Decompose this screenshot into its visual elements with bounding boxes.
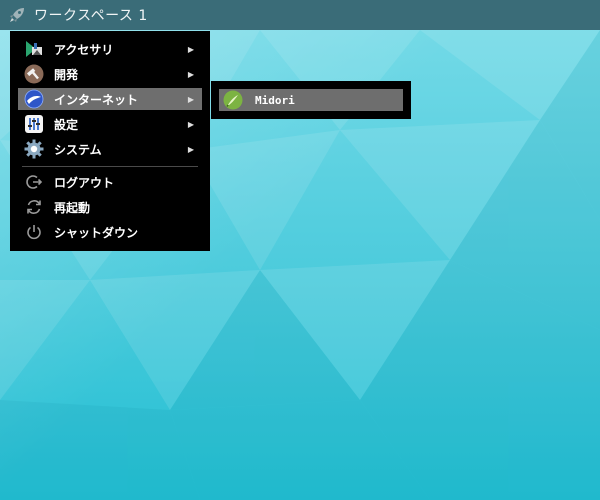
midori-browser-icon xyxy=(223,90,243,110)
logout-icon xyxy=(24,172,44,192)
menu-item-shutdown[interactable]: シャットダウン xyxy=(18,221,202,243)
hammer-icon xyxy=(24,64,44,84)
internet-submenu: Midori xyxy=(211,81,411,119)
menu-item-accessories[interactable]: アクセサリ ▶ xyxy=(18,38,202,60)
submenu-item-label: Midori xyxy=(255,93,295,107)
menu-item-label: アクセサリ xyxy=(54,42,114,57)
menu-item-system[interactable]: システム ▶ xyxy=(18,138,202,160)
rocket-icon[interactable] xyxy=(4,0,30,30)
menu-separator xyxy=(22,166,198,167)
menu-item-label: 設定 xyxy=(54,117,79,132)
menu-item-development[interactable]: 開発 ▶ xyxy=(18,63,202,85)
submenu-arrow-icon: ▶ xyxy=(187,69,194,79)
submenu-arrow-icon: ▶ xyxy=(187,94,194,104)
submenu-arrow-icon: ▶ xyxy=(187,144,194,154)
menu-item-reboot[interactable]: 再起動 xyxy=(18,196,202,218)
submenu-item-midori[interactable]: Midori xyxy=(219,89,403,111)
top-panel: ワークスペース 1 xyxy=(0,0,600,30)
menu-item-label: シャットダウン xyxy=(54,225,139,240)
submenu-arrow-icon: ▶ xyxy=(187,119,194,129)
menu-item-internet[interactable]: インターネット ▶ xyxy=(18,88,202,110)
power-icon xyxy=(24,222,44,242)
menu-item-label: 開発 xyxy=(54,67,79,82)
menu-item-settings[interactable]: 設定 ▶ xyxy=(18,113,202,135)
settings-icon xyxy=(24,114,44,134)
menu-item-label: ログアウト xyxy=(54,175,115,190)
internet-globe-icon xyxy=(24,89,44,109)
accessories-icon xyxy=(24,39,44,59)
menu-item-logout[interactable]: ログアウト xyxy=(18,171,202,193)
menu-item-label: システム xyxy=(54,142,102,157)
workspace-label: ワークスペース 1 xyxy=(34,8,148,24)
reboot-icon xyxy=(24,197,44,217)
system-gear-icon xyxy=(24,139,44,159)
menu-item-label: 再起動 xyxy=(54,200,91,215)
application-menu: アクセサリ ▶ 開発 ▶ インターネット ▶ 設定 ▶ システム ▶ ログアウト… xyxy=(10,31,210,251)
submenu-arrow-icon: ▶ xyxy=(187,44,194,54)
menu-item-label: インターネット xyxy=(54,92,139,107)
